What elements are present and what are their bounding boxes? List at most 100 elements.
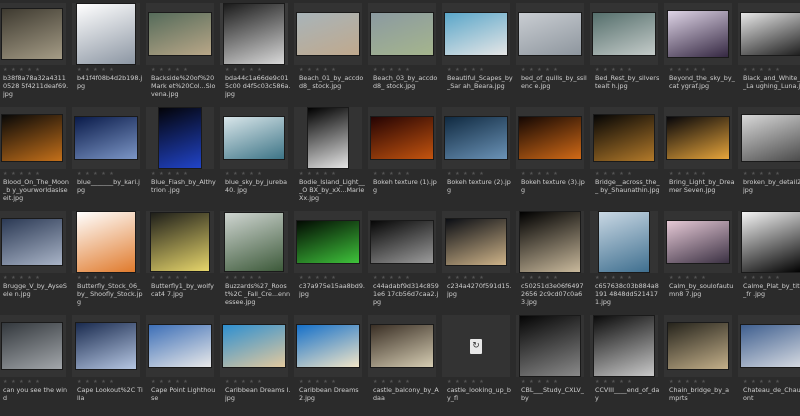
rating-stars[interactable]: ★ ★ ★ ★ ★ — [77, 67, 115, 73]
thumbnail-frame[interactable]: ↻ — [442, 315, 510, 377]
thumbnail-frame[interactable] — [738, 211, 800, 273]
rating-stars[interactable]: ★ ★ ★ ★ ★ — [743, 67, 781, 73]
rating-stars[interactable]: ★ ★ ★ ★ ★ — [3, 67, 41, 73]
file-item[interactable]: ★ ★ ★ ★ ★ Beautiful_Scapes_by_Sar ah_Bear… — [439, 0, 513, 104]
file-item[interactable]: ★ ★ ★ ★ ★ Backside%20of%20Mark et%20Col..… — [143, 0, 217, 104]
rating-stars[interactable]: ★ ★ ★ ★ ★ — [447, 275, 485, 281]
file-item[interactable]: ★ ★ ★ ★ ★ CBL___Study_CXLV_by — [513, 312, 587, 416]
rating-stars[interactable]: ★ ★ ★ ★ ★ — [299, 275, 337, 281]
file-item[interactable]: ★ ★ ★ ★ ★ Caribbean Dreams 2.jpg — [291, 312, 365, 416]
thumbnail-frame[interactable] — [368, 315, 436, 377]
file-item[interactable]: ★ ★ ★ ★ ★ Chain_bridge_by_amprts — [661, 312, 735, 416]
file-item[interactable]: ★ ★ ★ ★ ★ Butterfly1_by_wolfycat4 7.jpg — [143, 208, 217, 312]
rating-stars[interactable]: ★ ★ ★ ★ ★ — [3, 275, 41, 281]
rating-stars[interactable]: ★ ★ ★ ★ ★ — [447, 171, 485, 177]
file-item[interactable]: ★ ★ ★ ★ ★ Bridge__across_the__ by_Shaunat… — [587, 104, 661, 208]
thumbnail-frame[interactable] — [146, 3, 214, 65]
thumbnail-frame[interactable] — [368, 107, 436, 169]
file-item[interactable]: ★ ★ ★ ★ ★ Bokeh texture (3).jpg — [513, 104, 587, 208]
rating-stars[interactable]: ★ ★ ★ ★ ★ — [595, 379, 633, 385]
thumbnail-frame[interactable] — [516, 315, 584, 377]
rating-stars[interactable]: ★ ★ ★ ★ ★ — [151, 67, 189, 73]
rating-stars[interactable]: ★ ★ ★ ★ ★ — [373, 171, 411, 177]
file-item[interactable]: ★ ★ ★ ★ ★ Blue_Flash_by_Althytrion .jpg — [143, 104, 217, 208]
rating-stars[interactable]: ★ ★ ★ ★ ★ — [743, 171, 781, 177]
rating-stars[interactable]: ★ ★ ★ ★ ★ — [373, 379, 411, 385]
thumbnail-frame[interactable] — [590, 107, 658, 169]
file-item[interactable]: ★ ★ ★ ★ ★ c50251d3e06f64972656 2c9cd07c0a… — [513, 208, 587, 312]
file-item[interactable]: ★ ★ ★ ★ ★ Bring_Light_by_Dreamer Seven.jp… — [661, 104, 735, 208]
file-item[interactable]: ★ ★ ★ ★ ★ b38f8a78a32a43110528 5f4211deaf… — [0, 0, 69, 104]
file-item[interactable]: ★ ★ ★ ★ ★ can you see the wind — [0, 312, 69, 416]
file-item[interactable]: ★ ★ ★ ★ ★broken_by_detail24.jpg — [735, 104, 800, 208]
thumbnail-frame[interactable] — [220, 3, 288, 65]
rating-stars[interactable]: ★ ★ ★ ★ ★ — [3, 171, 41, 177]
rating-stars[interactable]: ★ ★ ★ ★ ★ — [225, 275, 263, 281]
file-item[interactable]: ★ ★ ★ ★ ★ c37a975e15aa8bd9.jpg — [291, 208, 365, 312]
thumbnail-frame[interactable] — [516, 107, 584, 169]
thumbnail-frame[interactable] — [72, 211, 140, 273]
rating-stars[interactable]: ★ ★ ★ ★ ★ — [225, 171, 263, 177]
file-item[interactable]: ★ ★ ★ ★ ★ Brugge_V_by_AyseSele n.jpg — [0, 208, 69, 312]
thumbnail-frame[interactable] — [0, 315, 66, 377]
file-item[interactable]: ★ ★ ★ ★ ★ c657638c03b884a8191 4848dd52141… — [587, 208, 661, 312]
thumbnail-frame[interactable] — [72, 107, 140, 169]
file-item[interactable]: ★ ★ ★ ★ ★ Beyond_the_sky_by_cat ygraf.jpg — [661, 0, 735, 104]
rating-stars[interactable]: ★ ★ ★ ★ ★ — [77, 379, 115, 385]
thumbnail-frame[interactable] — [294, 315, 362, 377]
rating-stars[interactable]: ★ ★ ★ ★ ★ — [299, 171, 337, 177]
thumbnail-frame[interactable] — [72, 315, 140, 377]
rating-stars[interactable]: ★ ★ ★ ★ ★ — [669, 275, 707, 281]
thumbnail-frame[interactable] — [0, 107, 66, 169]
file-item[interactable]: ★ ★ ★ ★ ★ blue_sky_by_jureba40. jpg — [217, 104, 291, 208]
file-item[interactable]: ★ ★ ★ ★ ★ Cape Lookout%2C Tilla — [69, 312, 143, 416]
file-item[interactable]: ★ ★ ★ ★ ★ CCVIII____end_of_day — [587, 312, 661, 416]
file-item[interactable]: ★ ★ ★ ★ ★ c234a4270f591d15.jpg — [439, 208, 513, 312]
thumbnail-frame[interactable] — [664, 211, 732, 273]
file-item[interactable]: ★ ★ ★ ★ ★ Bokeh texture (2).jpg — [439, 104, 513, 208]
file-item[interactable]: ★ ★ ★ ★ ★ bda44c1a66de9c015c00 d4f5c03c58… — [217, 0, 291, 104]
rating-stars[interactable]: ★ ★ ★ ★ ★ — [447, 67, 485, 73]
rating-stars[interactable]: ★ ★ ★ ★ ★ — [225, 67, 263, 73]
thumbnail-frame[interactable] — [516, 3, 584, 65]
rating-stars[interactable]: ★ ★ ★ ★ ★ — [299, 67, 337, 73]
rating-stars[interactable]: ★ ★ ★ ★ ★ — [3, 379, 41, 385]
file-item[interactable]: ★ ★ ★ ★ ★ Bed_Rest_by_silverstealt h.jpg — [587, 0, 661, 104]
thumbnail-frame[interactable] — [72, 3, 140, 65]
file-item[interactable]: ★ ★ ★ ★ ★ blue_______by_kari.jpg — [69, 104, 143, 208]
file-item[interactable]: ★ ★ ★ ★ ★ castle_balcony_by_Adaa — [365, 312, 439, 416]
rating-stars[interactable]: ★ ★ ★ ★ ★ — [373, 275, 411, 281]
thumbnail-frame[interactable] — [294, 107, 362, 169]
thumbnail-frame[interactable] — [664, 3, 732, 65]
rating-stars[interactable]: ★ ★ ★ ★ ★ — [595, 275, 633, 281]
rating-stars[interactable]: ★ ★ ★ ★ ★ — [669, 67, 707, 73]
file-item[interactable]: ★ ★ ★ ★ ★ Bodie_Island_Light___O BX_by_xX… — [291, 104, 365, 208]
thumbnail-frame[interactable] — [146, 315, 214, 377]
rating-stars[interactable]: ★ ★ ★ ★ ★ — [669, 171, 707, 177]
thumbnail-frame[interactable] — [442, 3, 510, 65]
file-item[interactable]: ★ ★ ★ ★ ★Black_and_White_by_La ughing_Lu… — [735, 0, 800, 104]
thumbnail-frame[interactable] — [590, 315, 658, 377]
thumbnail-frame[interactable] — [442, 107, 510, 169]
file-item[interactable]: ★ ★ ★ ★ ★ Beach_01_by_accdod8_ stock.jpg — [291, 0, 365, 104]
rating-stars[interactable]: ★ ★ ★ ★ ★ — [521, 171, 559, 177]
file-item[interactable]: ★ ★ ★ ★ ★ Bokeh texture (1).jpg — [365, 104, 439, 208]
rating-stars[interactable]: ★ ★ ★ ★ ★ — [743, 275, 781, 281]
file-item[interactable]: ★ ★ ★ ★ ★Chateau_de_Chaumont — [735, 312, 800, 416]
thumbnail-frame[interactable] — [0, 211, 66, 273]
file-item[interactable]: ★ ★ ★ ★ ★ Cape Point Lighthouse — [143, 312, 217, 416]
thumbnail-frame[interactable] — [590, 3, 658, 65]
file-item[interactable]: ↻ ★ ★ ★ ★ ★ castle_looking_up_by_fl — [439, 312, 513, 416]
thumbnail-frame[interactable] — [664, 315, 732, 377]
rating-stars[interactable]: ★ ★ ★ ★ ★ — [225, 379, 263, 385]
thumbnail-frame[interactable] — [146, 211, 214, 273]
thumbnail-frame[interactable] — [516, 211, 584, 273]
rating-stars[interactable]: ★ ★ ★ ★ ★ — [447, 379, 485, 385]
thumbnail-frame[interactable] — [368, 3, 436, 65]
thumbnail-frame[interactable] — [294, 211, 362, 273]
rating-stars[interactable]: ★ ★ ★ ★ ★ — [743, 379, 781, 385]
file-item[interactable]: ★ ★ ★ ★ ★ Buzzards%27_Roost%2C _Fall_Cre.… — [217, 208, 291, 312]
file-item[interactable]: ★ ★ ★ ★ ★ Butterfly_Stock_06_by_ Shoofly_… — [69, 208, 143, 312]
file-item[interactable]: ★ ★ ★ ★ ★ c44adabf9d314c8591e6 17cb56d7ca… — [365, 208, 439, 312]
file-item[interactable]: ★ ★ ★ ★ ★ Beach_03_by_accdod8_ stock.jpg — [365, 0, 439, 104]
